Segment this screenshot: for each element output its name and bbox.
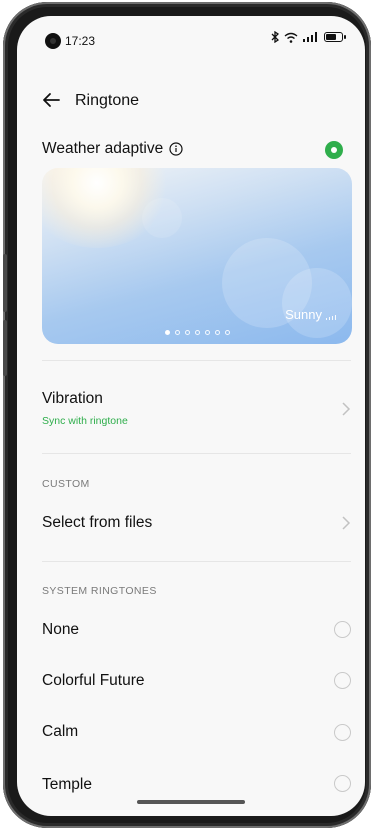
weather-adaptive-row[interactable]: Weather adaptive (42, 140, 183, 158)
page-dot (204, 330, 210, 335)
weather-card[interactable]: Sunny (42, 168, 352, 344)
divider (42, 360, 351, 361)
divider (42, 561, 351, 562)
wifi-icon (284, 32, 298, 43)
page-dot (164, 330, 170, 335)
select-from-files-item[interactable]: Select from files (42, 514, 152, 532)
signal-icon (303, 32, 317, 42)
home-indicator[interactable] (137, 800, 245, 804)
system-ringtones-section-title: SYSTEM RINGTONES (42, 585, 157, 597)
page-dot (224, 330, 230, 335)
ringtone-item-none[interactable]: None (42, 621, 79, 639)
divider (42, 453, 351, 454)
bluetooth-icon (271, 31, 279, 43)
vibration-sublabel: Sync with ringtone (42, 415, 128, 427)
chevron-right-icon[interactable] (341, 402, 351, 416)
ringtone-item-calm[interactable]: Calm (42, 723, 78, 741)
page-dot (174, 330, 180, 335)
phone-frame: 17:23 Ringtone Weather adaptive Sunny Vi… (3, 2, 371, 828)
weather-card-label: Sunny (285, 307, 322, 322)
volume-button (3, 254, 7, 312)
ringtone-item-colorful-future[interactable]: Colorful Future (42, 672, 145, 690)
status-bar: 17:23 (17, 16, 365, 60)
weather-signal-icon (325, 315, 336, 320)
weather-adaptive-toggle[interactable] (325, 141, 343, 159)
power-button (3, 320, 7, 376)
status-time: 17:23 (65, 34, 96, 48)
ringtone-radio-colorful-future[interactable] (334, 672, 351, 689)
page-dot (214, 330, 220, 335)
page-title: Ringtone (75, 92, 140, 109)
ringtone-item-temple[interactable]: Temple (42, 776, 92, 794)
battery-icon (324, 32, 346, 42)
screen: 17:23 Ringtone Weather adaptive Sunny Vi… (17, 16, 365, 816)
custom-section-title: CUSTOM (42, 478, 90, 490)
ringtone-radio-calm[interactable] (334, 724, 351, 741)
chevron-right-icon[interactable] (341, 516, 351, 530)
app-bar: Ringtone (17, 82, 365, 118)
ringtone-radio-temple[interactable] (334, 775, 351, 792)
page-dot (194, 330, 200, 335)
back-arrow-icon[interactable] (39, 88, 63, 112)
info-icon[interactable] (169, 142, 183, 156)
weather-adaptive-label: Weather adaptive (42, 140, 164, 157)
bokeh (282, 268, 352, 338)
status-icons (271, 31, 346, 43)
bokeh (142, 198, 182, 238)
ringtone-radio-none[interactable] (334, 621, 351, 638)
vibration-label[interactable]: Vibration (42, 390, 103, 408)
page-dot (184, 330, 190, 335)
page-indicator (42, 330, 352, 335)
camera-hole (45, 33, 61, 49)
